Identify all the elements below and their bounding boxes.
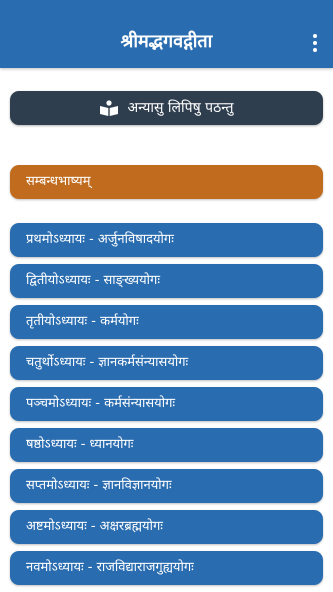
chapter-label: सप्तमोऽध्यायः - ज्ञानविज्ञानयोगः [26,478,172,493]
open-book-icon [100,100,119,116]
other-scripts-label: अन्यासु लिपिषु पठन्तु [127,100,234,116]
chapter-item-1[interactable]: प्रथमोऽध्यायः - अर्जुनविषादयोगः [10,223,323,257]
more-vert-icon[interactable] [309,34,321,52]
app-title: श्रीमद्भगवद्गीता [120,31,213,52]
chapter-item-8[interactable]: अष्टमोऽध्यायः - अक्षरब्रह्मयोगः [10,510,323,544]
chapter-label: नवमोऽध्यायः - राजविद्याराजगुह्ययोगः [26,560,194,575]
chapter-label: अष्टमोऽध्यायः - अक्षरब्रह्मयोगः [26,519,163,534]
chapter-item-6[interactable]: षष्ठोऽध्यायः - ध्यानयोगः [10,428,323,462]
chapter-item-2[interactable]: द्वितीयोऽध्यायः - साङ्ख्ययोगः [10,264,323,298]
chapter-label: प्रथमोऽध्यायः - अर्जुनविषादयोगः [26,232,174,247]
chapter-item-4[interactable]: चतुर्थोऽध्यायः - ज्ञानकर्मसंन्यासयोगः [10,346,323,380]
intro-commentary-item[interactable]: सम्बन्धभाष्यम् [10,165,323,199]
chapter-item-3[interactable]: तृतीयोऽध्यायः - कर्मयोगः [10,305,323,339]
app-bar: श्रीमद्भगवद्गीता [0,0,333,68]
chapter-item-5[interactable]: पञ्चमोऽध्यायः - कर्मसंन्यासयोगः [10,387,323,421]
chapter-label: पञ्चमोऽध्यायः - कर्मसंन्यासयोगः [26,396,176,411]
other-scripts-button[interactable]: अन्यासु लिपिषु पठन्तु [10,91,323,125]
chapter-label: चतुर्थोऽध्यायः - ज्ञानकर्मसंन्यासयोगः [26,355,189,370]
chapter-list: प्रथमोऽध्यायः - अर्जुनविषादयोगः द्वितीयो… [10,223,323,592]
chapter-label: द्वितीयोऽध्यायः - साङ्ख्ययोगः [26,273,160,288]
chapter-label: षष्ठोऽध्यायः - ध्यानयोगः [26,437,134,452]
chapter-item-7[interactable]: सप्तमोऽध्यायः - ज्ञानविज्ञानयोगः [10,469,323,503]
intro-commentary-label: सम्बन्धभाष्यम् [26,174,91,189]
chapter-label: तृतीयोऽध्यायः - कर्मयोगः [26,314,139,329]
chapter-item-9[interactable]: नवमोऽध्यायः - राजविद्याराजगुह्ययोगः [10,551,323,585]
